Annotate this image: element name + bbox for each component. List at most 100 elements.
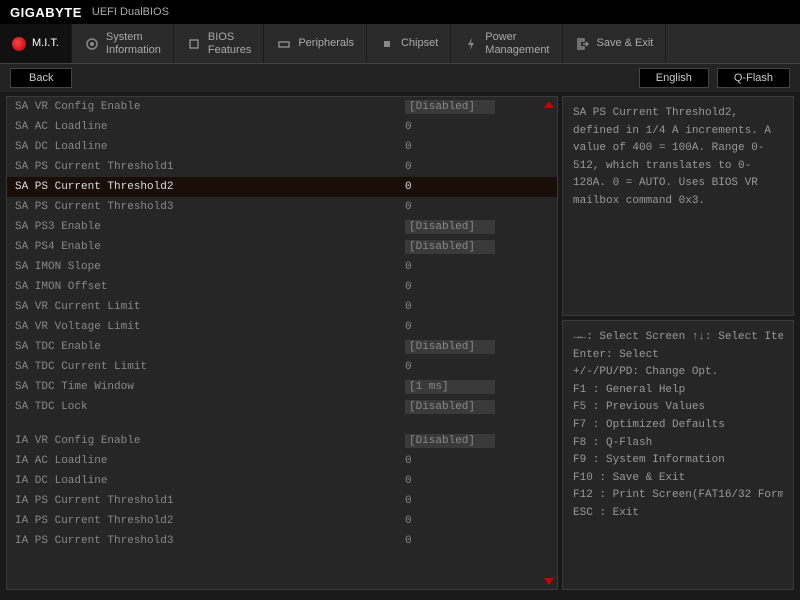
key-help-line: →←: Select Screen ↑↓: Select Item bbox=[573, 329, 783, 347]
setting-value[interactable]: 0 bbox=[405, 515, 515, 527]
section-gap bbox=[7, 417, 557, 431]
tab-label: M.I.T. bbox=[32, 37, 59, 49]
setting-value[interactable]: 0 bbox=[405, 321, 515, 333]
setting-label: IA PS Current Threshold1 bbox=[15, 495, 405, 507]
setting-row[interactable]: SA PS3 Enable[Disabled] bbox=[7, 217, 557, 237]
key-help-line: ESC : Exit bbox=[573, 505, 783, 523]
setting-value[interactable]: 0 bbox=[405, 161, 515, 173]
setting-row[interactable]: SA IMON Offset0 bbox=[7, 277, 557, 297]
content-area: SA VR Config Enable[Disabled]SA AC Loadl… bbox=[0, 92, 800, 596]
qflash-button[interactable]: Q-Flash bbox=[717, 68, 790, 88]
key-help-line: F12 : Print Screen(FAT16/32 Format Only) bbox=[573, 487, 783, 505]
setting-row[interactable]: IA VR Config Enable[Disabled] bbox=[7, 431, 557, 451]
back-button[interactable]: Back bbox=[10, 68, 72, 88]
setting-row[interactable]: SA TDC Lock[Disabled] bbox=[7, 397, 557, 417]
setting-value[interactable]: [Disabled] bbox=[405, 434, 515, 448]
tab-bios-features[interactable]: BIOS Features bbox=[174, 24, 264, 63]
setting-label: SA PS3 Enable bbox=[15, 221, 405, 233]
setting-value[interactable]: 0 bbox=[405, 261, 515, 273]
setting-label: IA DC Loadline bbox=[15, 475, 405, 487]
setting-row[interactable]: IA AC Loadline0 bbox=[7, 451, 557, 471]
setting-row[interactable]: SA IMON Slope0 bbox=[7, 257, 557, 277]
setting-value[interactable]: [Disabled] bbox=[405, 220, 515, 234]
setting-row[interactable]: SA DC Loadline0 bbox=[7, 137, 557, 157]
setting-label: SA DC Loadline bbox=[15, 141, 405, 153]
setting-row[interactable]: IA DC Loadline0 bbox=[7, 471, 557, 491]
key-legend: →←: Select Screen ↑↓: Select ItemEnter: … bbox=[562, 320, 794, 590]
gear-icon bbox=[84, 36, 100, 52]
setting-value[interactable]: [Disabled] bbox=[405, 340, 515, 354]
setting-value[interactable]: 0 bbox=[405, 141, 515, 153]
tab-system-information[interactable]: System Information bbox=[72, 24, 174, 63]
setting-value[interactable]: 0 bbox=[405, 475, 515, 487]
setting-row[interactable]: SA PS4 Enable[Disabled] bbox=[7, 237, 557, 257]
tab-save-exit[interactable]: Save & Exit bbox=[563, 24, 667, 63]
setting-value[interactable]: [Disabled] bbox=[405, 240, 515, 254]
setting-row[interactable]: IA PS Current Threshold30 bbox=[7, 531, 557, 551]
setting-value[interactable]: 0 bbox=[405, 535, 515, 547]
key-help-line: F5 : Previous Values bbox=[573, 399, 783, 417]
setting-label: IA PS Current Threshold2 bbox=[15, 515, 405, 527]
setting-value[interactable]: 0 bbox=[405, 181, 515, 193]
setting-label: SA AC Loadline bbox=[15, 121, 405, 133]
setting-label: SA IMON Offset bbox=[15, 281, 405, 293]
setting-label: SA IMON Slope bbox=[15, 261, 405, 273]
tab-power-management[interactable]: Power Management bbox=[451, 24, 562, 63]
setting-row[interactable]: SA TDC Time Window[1 ms] bbox=[7, 377, 557, 397]
setting-label: SA VR Voltage Limit bbox=[15, 321, 405, 333]
mit-dot-icon bbox=[12, 37, 26, 51]
setting-label: SA TDC Current Limit bbox=[15, 361, 405, 373]
setting-row[interactable]: SA TDC Current Limit0 bbox=[7, 357, 557, 377]
chip-icon bbox=[186, 36, 202, 52]
key-help-line: F9 : System Information bbox=[573, 452, 783, 470]
tab-chipset[interactable]: Chipset bbox=[367, 24, 451, 63]
right-panel: SA PS Current Threshold2, defined in 1/4… bbox=[562, 96, 794, 590]
setting-row[interactable]: IA PS Current Threshold20 bbox=[7, 511, 557, 531]
setting-label: SA PS4 Enable bbox=[15, 241, 405, 253]
scroll-down-arrow-icon[interactable] bbox=[544, 578, 554, 585]
setting-row[interactable]: SA TDC Enable[Disabled] bbox=[7, 337, 557, 357]
language-button[interactable]: English bbox=[639, 68, 709, 88]
setting-row[interactable]: IA PS Current Threshold10 bbox=[7, 491, 557, 511]
tab-peripherals[interactable]: Peripherals bbox=[264, 24, 367, 63]
key-help-line: Enter: Select bbox=[573, 347, 783, 365]
setting-value[interactable]: [Disabled] bbox=[405, 100, 515, 114]
sub-toolbar: Back English Q-Flash bbox=[0, 64, 800, 92]
help-description: SA PS Current Threshold2, defined in 1/4… bbox=[562, 96, 794, 316]
setting-label: SA TDC Lock bbox=[15, 401, 405, 413]
setting-value[interactable]: 0 bbox=[405, 495, 515, 507]
setting-row[interactable]: SA PS Current Threshold20 bbox=[7, 177, 557, 197]
setting-label: SA PS Current Threshold2 bbox=[15, 181, 405, 193]
top-tabs: M.I.T. System Information BIOS Features … bbox=[0, 24, 800, 64]
setting-value[interactable]: 0 bbox=[405, 121, 515, 133]
setting-value[interactable]: 0 bbox=[405, 281, 515, 293]
scroll-up-arrow-icon[interactable] bbox=[544, 101, 554, 108]
key-help-line: +/-/PU/PD: Change Opt. bbox=[573, 364, 783, 382]
setting-value[interactable]: 0 bbox=[405, 301, 515, 313]
tab-label: Peripherals bbox=[298, 37, 354, 49]
power-icon bbox=[463, 36, 479, 52]
tab-mit[interactable]: M.I.T. bbox=[0, 24, 72, 63]
key-help-line: F8 : Q-Flash bbox=[573, 435, 783, 453]
setting-row[interactable]: SA VR Config Enable[Disabled] bbox=[7, 97, 557, 117]
setting-row[interactable]: SA PS Current Threshold10 bbox=[7, 157, 557, 177]
setting-label: IA AC Loadline bbox=[15, 455, 405, 467]
settings-panel: SA VR Config Enable[Disabled]SA AC Loadl… bbox=[6, 96, 558, 590]
setting-row[interactable]: SA VR Current Limit0 bbox=[7, 297, 557, 317]
setting-value[interactable]: [Disabled] bbox=[405, 400, 515, 414]
peripherals-icon bbox=[276, 36, 292, 52]
setting-value[interactable]: [1 ms] bbox=[405, 380, 515, 394]
tab-label: BIOS Features bbox=[208, 31, 251, 55]
setting-label: SA PS Current Threshold3 bbox=[15, 201, 405, 213]
setting-row[interactable]: SA VR Voltage Limit0 bbox=[7, 317, 557, 337]
setting-row[interactable]: SA PS Current Threshold30 bbox=[7, 197, 557, 217]
tab-label: Chipset bbox=[401, 37, 438, 49]
setting-value[interactable]: 0 bbox=[405, 361, 515, 373]
setting-row[interactable]: SA AC Loadline0 bbox=[7, 117, 557, 137]
setting-label: SA VR Config Enable bbox=[15, 101, 405, 113]
chipset-icon bbox=[379, 36, 395, 52]
exit-icon bbox=[575, 36, 591, 52]
setting-value[interactable]: 0 bbox=[405, 201, 515, 213]
key-help-line: F1 : General Help bbox=[573, 382, 783, 400]
setting-value[interactable]: 0 bbox=[405, 455, 515, 467]
